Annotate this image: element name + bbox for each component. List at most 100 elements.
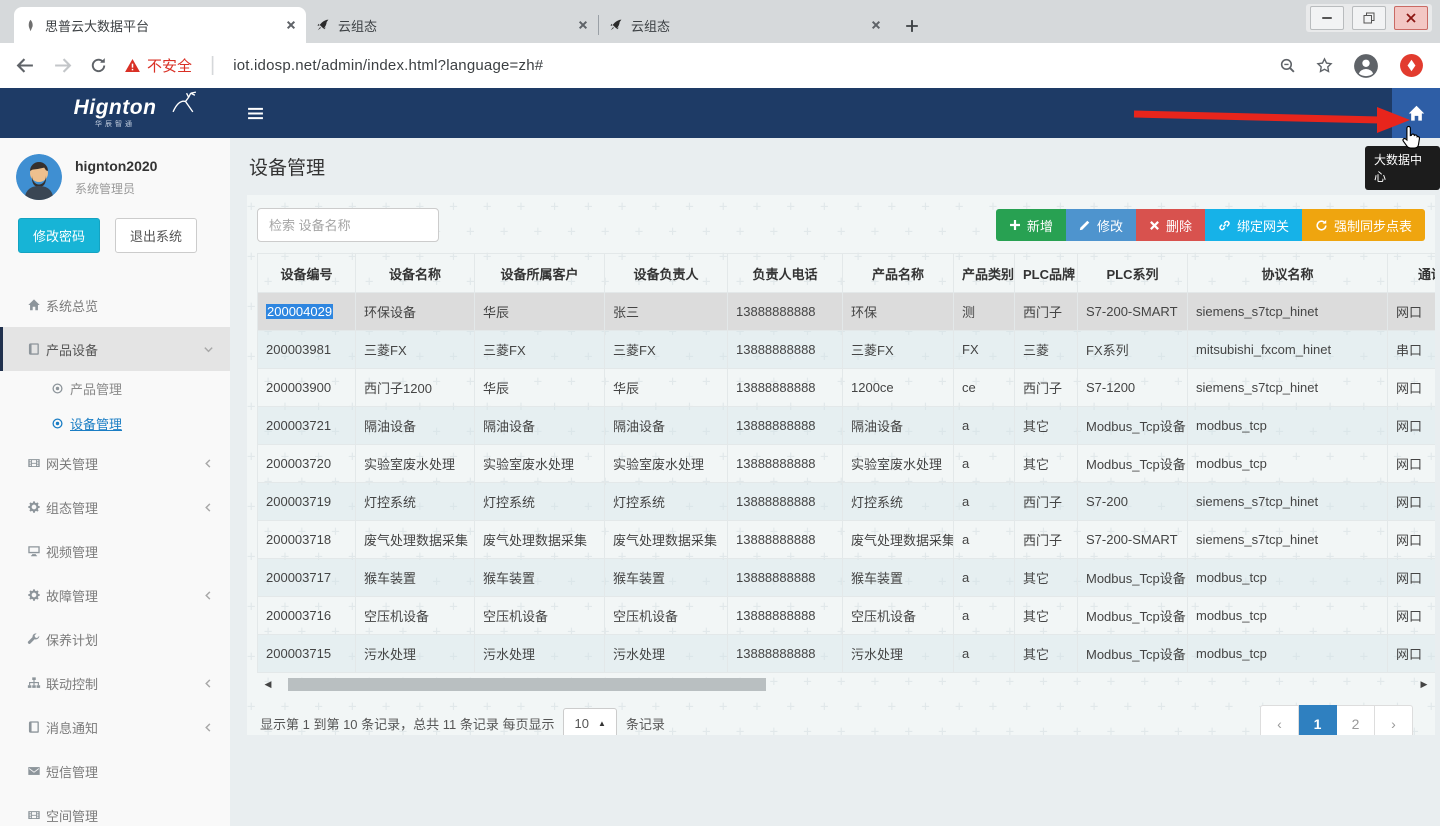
table-cell[interactable]: S7-200-SMART	[1078, 293, 1188, 331]
table-row[interactable]: 200003716空压机设备空压机设备空压机设备13888888888空压机设备…	[258, 597, 1436, 635]
browser-tab[interactable]: 云组态	[306, 7, 598, 43]
table-cell[interactable]: 废气处理数据采集	[475, 521, 605, 559]
table-cell[interactable]: a	[954, 635, 1015, 673]
minimize-button[interactable]	[1310, 6, 1344, 30]
table-cell[interactable]: 网口	[1388, 369, 1436, 407]
table-cell[interactable]: 其它	[1015, 597, 1078, 635]
table-cell[interactable]: S7-200-SMART	[1078, 521, 1188, 559]
next-page-button[interactable]: ›	[1375, 705, 1413, 735]
table-cell[interactable]: a	[954, 445, 1015, 483]
prev-page-button[interactable]: ‹	[1260, 705, 1299, 735]
force-sync-button[interactable]: 强制同步点表	[1302, 209, 1425, 241]
table-cell[interactable]: 西门子	[1015, 521, 1078, 559]
change-password-button[interactable]: 修改密码	[18, 218, 100, 253]
table-cell[interactable]: 废气处理数据采集	[843, 521, 954, 559]
tab-close-icon[interactable]	[286, 20, 296, 30]
table-row[interactable]: 200003981三菱FX三菱FX三菱FX13888888888三菱FXFX三菱…	[258, 331, 1436, 369]
table-cell[interactable]: 测	[954, 293, 1015, 331]
add-button[interactable]: 新增	[996, 209, 1066, 241]
bind-gateway-button[interactable]: 绑定网关	[1205, 209, 1302, 241]
table-cell[interactable]: 环保设备	[356, 293, 475, 331]
table-cell[interactable]: 网口	[1388, 407, 1436, 445]
table-cell[interactable]: 网口	[1388, 445, 1436, 483]
edit-button[interactable]: 修改	[1066, 209, 1136, 241]
url-text[interactable]: iot.idosp.net/admin/index.html?language=…	[233, 57, 543, 74]
scrollbar-thumb[interactable]	[288, 678, 766, 691]
table-cell[interactable]: 空压机设备	[843, 597, 954, 635]
horizontal-scrollbar[interactable]: ◀ ▶	[257, 676, 1435, 692]
table-cell[interactable]: 实验室废水处理	[605, 445, 728, 483]
table-cell[interactable]: 13888888888	[728, 597, 843, 635]
table-cell[interactable]: Modbus_Tcp设备	[1078, 635, 1188, 673]
sidebar-item-device-management[interactable]: 设备管理	[0, 406, 230, 441]
tab-close-icon[interactable]	[871, 20, 881, 30]
hamburger-menu-icon[interactable]	[230, 107, 281, 120]
scroll-right-icon[interactable]: ▶	[1416, 676, 1432, 692]
sidebar-item-maintenance-plan[interactable]: 保养计划	[0, 617, 230, 661]
table-cell[interactable]: 三菱FX	[475, 331, 605, 369]
table-cell[interactable]: 空压机设备	[356, 597, 475, 635]
sidebar-item-sms-management[interactable]: 短信管理	[0, 749, 230, 793]
table-cell[interactable]: 13888888888	[728, 445, 843, 483]
profile-icon[interactable]	[1353, 53, 1379, 79]
table-cell[interactable]: 200003716	[258, 597, 356, 635]
table-cell[interactable]: a	[954, 559, 1015, 597]
bookmark-star-icon[interactable]	[1316, 57, 1333, 74]
table-cell[interactable]: 200003900	[258, 369, 356, 407]
sidebar-item-fault-management[interactable]: 故障管理	[0, 573, 230, 617]
sidebar-item-product-management[interactable]: 产品管理	[0, 371, 230, 406]
table-cell[interactable]: a	[954, 407, 1015, 445]
table-cell[interactable]: siemens_s7tcp_hinet	[1188, 521, 1388, 559]
table-cell[interactable]: 其它	[1015, 635, 1078, 673]
table-cell[interactable]: 西门子1200	[356, 369, 475, 407]
table-cell[interactable]: 网口	[1388, 293, 1436, 331]
table-cell[interactable]: a	[954, 483, 1015, 521]
scrollbar-track[interactable]	[276, 677, 1416, 692]
table-cell[interactable]: 13888888888	[728, 559, 843, 597]
table-cell[interactable]: 13888888888	[728, 483, 843, 521]
page-1-button[interactable]: 1	[1299, 705, 1337, 735]
table-cell[interactable]: modbus_tcp	[1188, 559, 1388, 597]
page-2-button[interactable]: 2	[1337, 705, 1375, 735]
table-cell[interactable]: a	[954, 597, 1015, 635]
table-row[interactable]: 200003718废气处理数据采集废气处理数据采集废气处理数据采集1388888…	[258, 521, 1436, 559]
table-cell[interactable]: S7-200	[1078, 483, 1188, 521]
browser-menu-icon[interactable]	[1399, 53, 1424, 78]
table-cell[interactable]: modbus_tcp	[1188, 635, 1388, 673]
close-button[interactable]	[1394, 6, 1428, 30]
table-cell[interactable]: 华辰	[605, 369, 728, 407]
table-cell[interactable]: 200003717	[258, 559, 356, 597]
table-cell[interactable]: ce	[954, 369, 1015, 407]
table-cell[interactable]: 三菱	[1015, 331, 1078, 369]
table-row[interactable]: 200003721隔油设备隔油设备隔油设备13888888888隔油设备a其它M…	[258, 407, 1436, 445]
table-cell[interactable]: modbus_tcp	[1188, 597, 1388, 635]
table-cell[interactable]: 200003720	[258, 445, 356, 483]
new-tab-button[interactable]	[905, 19, 919, 33]
delete-button[interactable]: 删除	[1136, 209, 1205, 241]
reload-icon[interactable]	[90, 57, 107, 74]
table-cell[interactable]: 三菱FX	[605, 331, 728, 369]
table-cell[interactable]: 污水处理	[475, 635, 605, 673]
table-cell[interactable]: mitsubishi_fxcom_hinet	[1188, 331, 1388, 369]
table-row[interactable]: 200003715污水处理污水处理污水处理13888888888污水处理a其它M…	[258, 635, 1436, 673]
table-cell[interactable]: 实验室废水处理	[356, 445, 475, 483]
table-cell[interactable]: FX系列	[1078, 331, 1188, 369]
table-row[interactable]: 200003717猴车装置猴车装置猴车装置13888888888猴车装置a其它M…	[258, 559, 1436, 597]
logout-button[interactable]: 退出系统	[115, 218, 197, 253]
table-cell[interactable]: 隔油设备	[356, 407, 475, 445]
table-cell[interactable]: siemens_s7tcp_hinet	[1188, 483, 1388, 521]
sidebar-item-video-management[interactable]: 视频管理	[0, 529, 230, 573]
table-cell[interactable]: 猴车装置	[356, 559, 475, 597]
table-cell[interactable]: S7-1200	[1078, 369, 1188, 407]
home-button[interactable]	[1392, 88, 1440, 138]
table-cell[interactable]: a	[954, 521, 1015, 559]
security-chip[interactable]: 不安全	[125, 55, 192, 76]
table-cell[interactable]: 网口	[1388, 559, 1436, 597]
sidebar-item-product-device[interactable]: 产品设备	[0, 327, 230, 371]
table-cell[interactable]: 13888888888	[728, 293, 843, 331]
table-cell[interactable]: 13888888888	[728, 635, 843, 673]
table-cell[interactable]: 灯控系统	[605, 483, 728, 521]
table-cell[interactable]: 隔油设备	[475, 407, 605, 445]
table-cell[interactable]: 13888888888	[728, 407, 843, 445]
tab-close-icon[interactable]	[578, 20, 588, 30]
